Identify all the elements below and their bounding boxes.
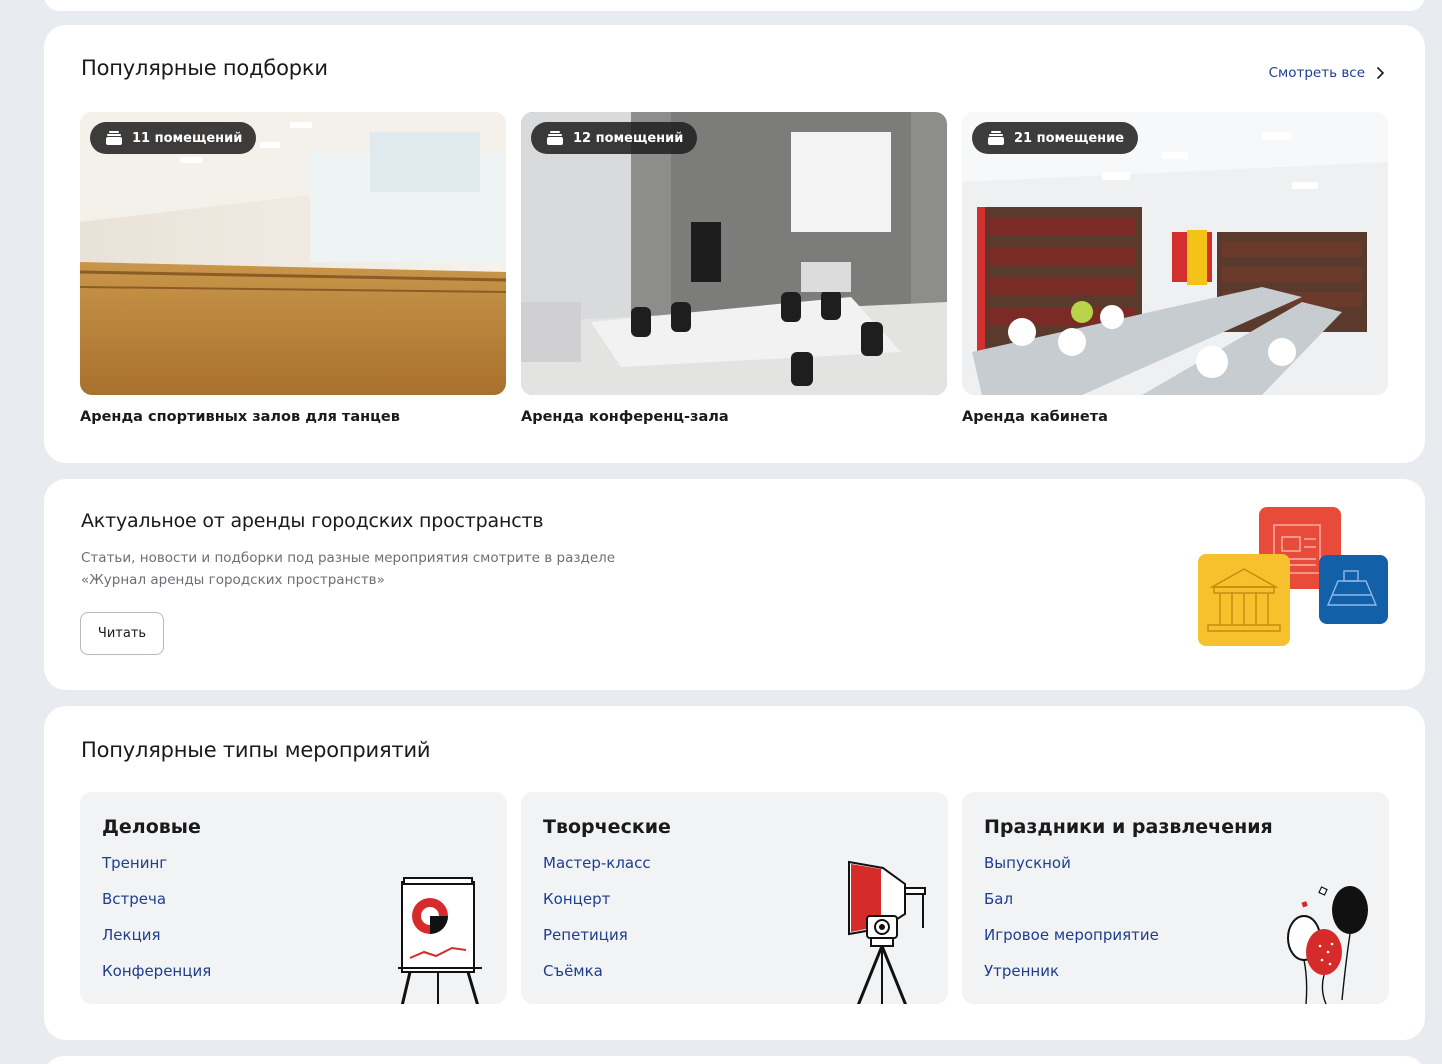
- event-link[interactable]: Лекция: [102, 926, 211, 962]
- journal-description-line: «Журнал аренды городских пространств»: [81, 572, 385, 588]
- event-group-holidays: Праздники и развлечения Выпускной Бал Иг…: [962, 792, 1389, 1004]
- badge-label: 11 помещений: [132, 130, 243, 146]
- event-link[interactable]: Конференция: [102, 962, 211, 998]
- chevron-right-icon: [1376, 66, 1385, 80]
- event-group-title: Праздники и развлечения: [984, 816, 1273, 838]
- event-group-title: Творческие: [543, 816, 671, 838]
- event-link[interactable]: Утренник: [984, 962, 1159, 998]
- collection-photo: 11 помещений: [80, 112, 506, 395]
- section-title: Актуальное от аренды городских пространс…: [81, 510, 544, 532]
- event-link[interactable]: Игровое мероприятие: [984, 926, 1159, 962]
- collection-photo: 21 помещение: [962, 112, 1388, 395]
- rooms-count-badge: 12 помещений: [531, 122, 698, 154]
- section-title: Популярные типы мероприятий: [81, 738, 431, 762]
- event-link[interactable]: Бал: [984, 890, 1159, 926]
- event-types-section: Популярные типы мероприятий Деловые Трен…: [44, 706, 1425, 1040]
- section-title: Популярные подборки: [81, 56, 328, 80]
- stack-icon: [106, 131, 122, 145]
- event-link[interactable]: Встреча: [102, 890, 211, 926]
- collection-card-dance-halls[interactable]: 11 помещений Аренда спортивных залов для…: [80, 112, 506, 425]
- event-link[interactable]: Концерт: [543, 890, 651, 926]
- flipchart-icon: [398, 877, 482, 1004]
- event-links-list: Мастер-класс Концерт Репетиция Съёмка: [543, 854, 651, 998]
- rooms-count-badge: 21 помещение: [972, 122, 1139, 154]
- collection-caption: Аренда конференц-зала: [521, 409, 729, 425]
- stack-icon: [988, 131, 1004, 145]
- see-all-label: Смотреть все: [1268, 65, 1365, 81]
- event-group-creative: Творческие Мастер-класс Концерт Репетици…: [521, 792, 948, 1004]
- event-link[interactable]: Съёмка: [543, 962, 651, 998]
- collection-caption: Аренда спортивных залов для танцев: [80, 409, 400, 425]
- popular-collections-section: Популярные подборки Смотреть все 11 поме…: [44, 25, 1425, 463]
- rooms-count-badge: 11 помещений: [90, 122, 257, 154]
- journal-description: Статьи, новости и подборки под разные ме…: [81, 547, 641, 591]
- event-links-list: Выпускной Бал Игровое мероприятие Утренн…: [984, 854, 1159, 998]
- event-group-business: Деловые Тренинг Встреча Лекция Конференц…: [80, 792, 507, 1004]
- collection-photo: 12 помещений: [521, 112, 947, 395]
- previous-section-card: [44, 0, 1425, 11]
- journal-description-line: Статьи, новости и подборки под разные ме…: [81, 550, 616, 566]
- camera-softbox-icon: [848, 860, 926, 1004]
- journal-section: Актуальное от аренды городских пространс…: [44, 479, 1425, 690]
- event-link[interactable]: Мастер-класс: [543, 854, 651, 890]
- event-link[interactable]: Репетиция: [543, 926, 651, 962]
- badge-label: 21 помещение: [1014, 130, 1125, 146]
- stack-icon: [547, 131, 563, 145]
- event-link[interactable]: Тренинг: [102, 854, 211, 890]
- see-all-link[interactable]: Смотреть все: [1269, 65, 1387, 81]
- event-group-title: Деловые: [102, 816, 201, 838]
- event-links-list: Тренинг Встреча Лекция Конференция: [102, 854, 211, 998]
- collection-caption: Аренда кабинета: [962, 409, 1108, 425]
- collection-card-conference-hall[interactable]: 12 помещений Аренда конференц-зала: [521, 112, 947, 425]
- collection-card-office[interactable]: 21 помещение Аренда кабинета: [962, 112, 1388, 425]
- journal-illustration: [1198, 507, 1388, 646]
- read-button[interactable]: Читать: [80, 612, 164, 655]
- balloons-icon: [1287, 886, 1368, 1004]
- event-link[interactable]: Выпускной: [984, 854, 1159, 890]
- next-section-card: [44, 1056, 1425, 1064]
- badge-label: 12 помещений: [573, 130, 684, 146]
